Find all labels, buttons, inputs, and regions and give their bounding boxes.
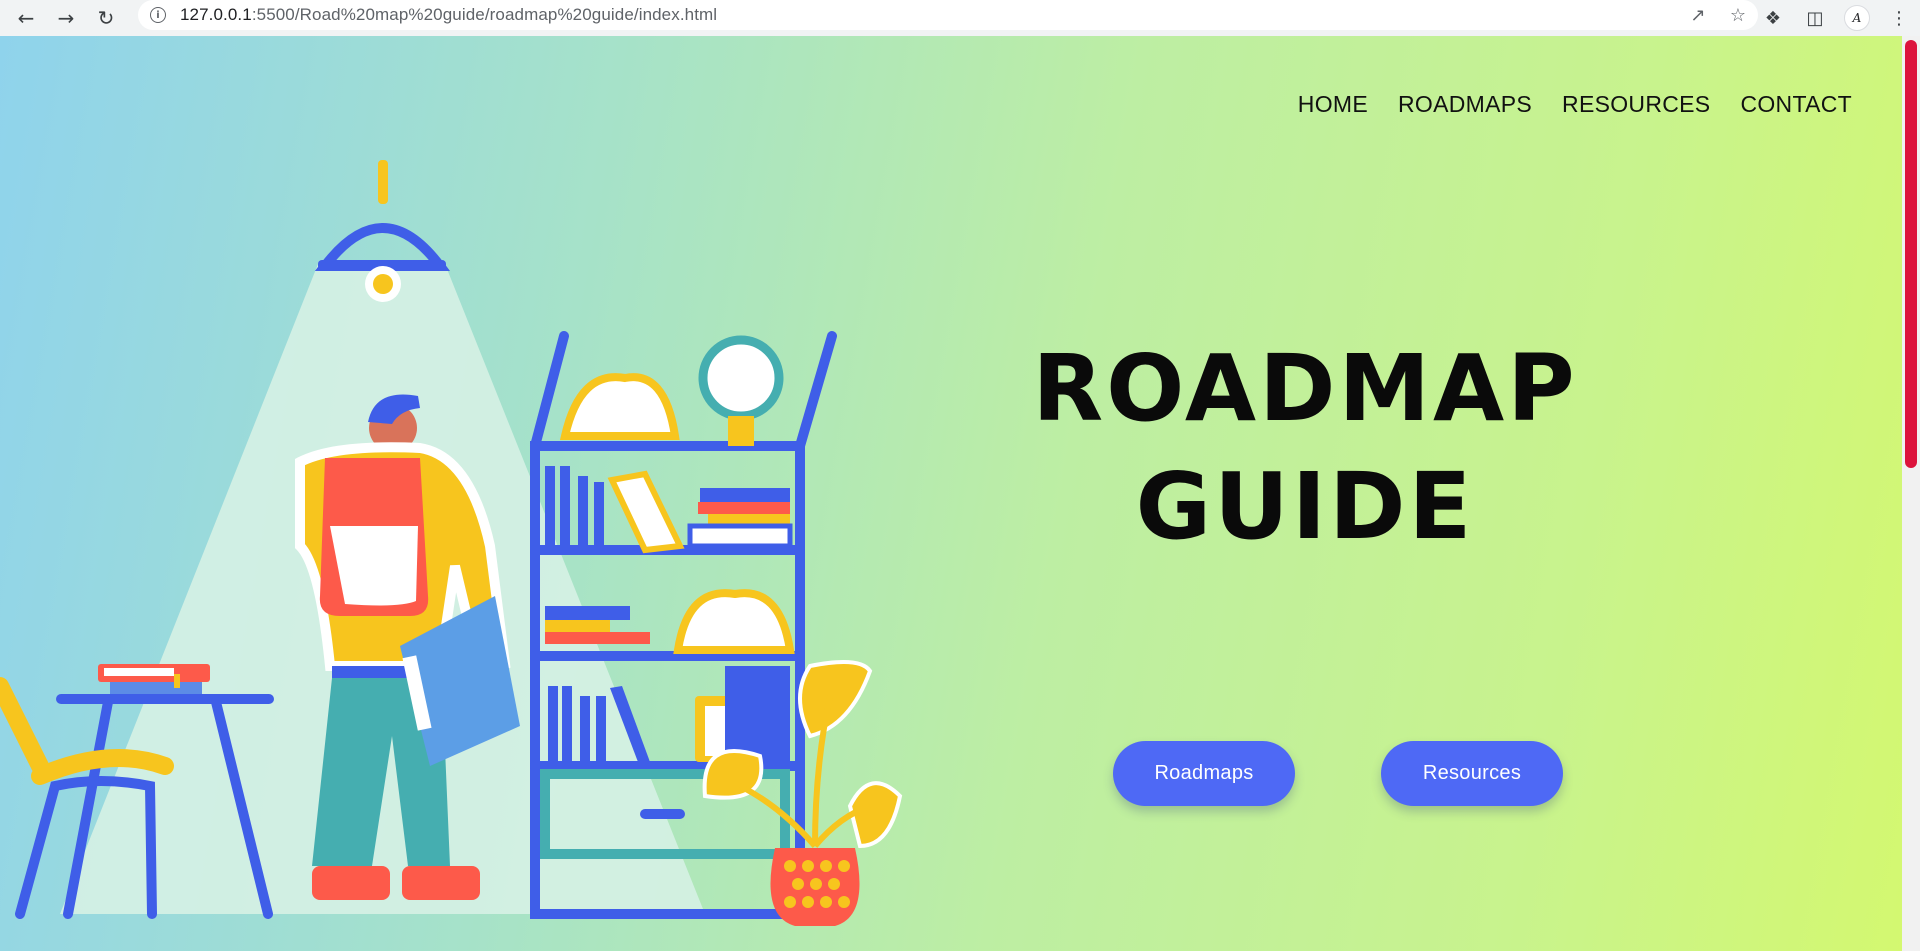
nav-home[interactable]: HOME <box>1298 91 1368 118</box>
desk-book-bottom <box>110 681 202 694</box>
browser-toolbar: ← → ↻ i 127.0.0.1:5500/Road%20map%20guid… <box>0 0 1920 36</box>
page-viewport: HOME ROADMAPS RESOURCES CONTACT ROADMAP … <box>0 36 1920 951</box>
arrow-left-icon: ← <box>17 6 35 30</box>
shoe-right <box>402 866 480 900</box>
kebab-menu-icon[interactable]: ⋮ <box>1878 8 1920 29</box>
hero-title-line2: GUIDE <box>1135 453 1475 560</box>
share-icon[interactable]: ↗ <box>1678 5 1718 26</box>
desk-book-pages <box>104 668 174 676</box>
leaning-book <box>607 470 685 554</box>
books-row-2 <box>545 606 650 644</box>
nav-resources[interactable]: RESOURCES <box>1562 91 1710 118</box>
chair-back <box>0 677 49 775</box>
roadmaps-button[interactable]: Roadmaps <box>1113 741 1295 806</box>
open-book-middle <box>673 589 795 654</box>
main-nav: HOME ROADMAPS RESOURCES CONTACT <box>1298 91 1852 118</box>
stack-book-1 <box>700 488 790 502</box>
resources-button[interactable]: Resources <box>1381 741 1563 806</box>
hero-title: ROADMAP GUIDE <box>1020 330 1590 566</box>
nav-roadmaps[interactable]: ROADMAPS <box>1398 91 1532 118</box>
desk-top <box>56 694 274 704</box>
globe <box>698 335 784 421</box>
books-row-3 <box>548 686 650 762</box>
omnibox-actions: ↗ ☆ <box>1678 0 1758 30</box>
reload-button[interactable]: ↻ <box>86 0 126 36</box>
info-icon[interactable]: i <box>150 7 166 23</box>
plant-leaf-2 <box>798 660 873 739</box>
toolbar-actions: ❖ ◫ A ⋮ <box>1752 0 1920 36</box>
hero-title-line1: ROADMAP <box>1032 335 1578 442</box>
shoe-left <box>312 866 390 900</box>
globe-stand <box>728 416 754 446</box>
scrollbar-thumb[interactable] <box>1905 40 1917 468</box>
url-host: 127.0.0.1 <box>180 5 252 24</box>
avatar: A <box>1844 5 1870 31</box>
backpack-pocket <box>330 526 418 606</box>
url-path: :5500/Road%20map%20guide/roadmap%20guide… <box>251 5 718 24</box>
stack-book-2 <box>698 502 790 514</box>
nav-contact[interactable]: CONTACT <box>1740 91 1852 118</box>
puzzle-icon[interactable]: ❖ <box>1752 8 1794 29</box>
side-panel-icon[interactable]: ◫ <box>1794 8 1836 29</box>
open-book-top <box>559 373 680 440</box>
books-row-1 <box>545 466 604 546</box>
address-bar[interactable]: i 127.0.0.1:5500/Road%20map%20guide/road… <box>138 0 1758 30</box>
study-illustration <box>0 160 903 926</box>
lamp-bulb-core <box>373 274 393 294</box>
arrow-right-icon: → <box>57 6 75 30</box>
back-button[interactable]: ← <box>6 0 46 36</box>
lamp-cord <box>378 160 388 204</box>
stack-book-4 <box>687 523 793 549</box>
desk-bookmark <box>174 674 180 688</box>
url-text[interactable]: 127.0.0.1:5500/Road%20map%20guide/roadma… <box>180 5 717 25</box>
plant-leaf-3 <box>847 781 903 849</box>
reload-icon: ↻ <box>97 6 115 30</box>
profile-button[interactable]: A <box>1836 5 1878 31</box>
forward-button[interactable]: → <box>46 0 86 36</box>
